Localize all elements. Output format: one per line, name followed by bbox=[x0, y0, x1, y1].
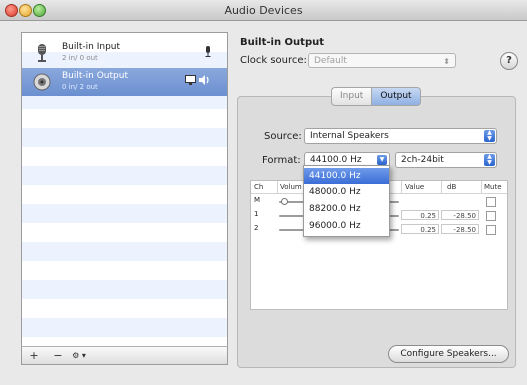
mute-checkbox[interactable] bbox=[486, 211, 496, 221]
title-bar: Audio Devices bbox=[0, 0, 527, 21]
channel-label: M bbox=[254, 196, 261, 204]
volume-value[interactable]: 0.25 bbox=[401, 224, 439, 234]
column-header-ch: Ch bbox=[254, 183, 264, 191]
device-list: Built-in Input 2 in/ 0 out Built-in Outp… bbox=[21, 32, 228, 358]
tab-input[interactable]: Input bbox=[331, 87, 372, 106]
device-title: Built-in Output bbox=[240, 37, 325, 48]
source-label: Source: bbox=[264, 131, 302, 142]
source-select[interactable]: Internal Speakers ▲ ▼ bbox=[304, 128, 497, 144]
add-device-button[interactable]: + bbox=[28, 349, 40, 363]
volume-value[interactable]: 0.25 bbox=[401, 210, 439, 220]
db-value[interactable]: -28.50 bbox=[441, 224, 479, 234]
device-list-toolbar: + − ⚙ ▾ bbox=[21, 346, 228, 365]
bit-depth-select[interactable]: 2ch-24bit ▲ ▼ bbox=[395, 152, 497, 168]
channel-label: 2 bbox=[254, 224, 259, 232]
column-header-value: Value bbox=[405, 183, 425, 191]
device-channels: 2 in/ 0 out bbox=[62, 54, 98, 62]
column-divider bbox=[277, 181, 278, 193]
speaker-icon bbox=[33, 73, 51, 91]
tab-output[interactable]: Output bbox=[371, 87, 421, 106]
format-dropdown-menu: 44100.0 Hz 48000.0 Hz 88200.0 Hz 96000.0… bbox=[303, 165, 390, 237]
column-header-volume: Volum bbox=[280, 183, 302, 191]
select-arrows-icon: ▲ ▼ bbox=[484, 130, 495, 142]
column-header-db: dB bbox=[447, 183, 457, 191]
menu-item-96000[interactable]: 96000.0 Hz bbox=[304, 218, 389, 234]
speaker-volume-icon bbox=[199, 75, 209, 85]
channel-label: 1 bbox=[254, 210, 259, 218]
menu-item-88200[interactable]: 88200.0 Hz bbox=[304, 201, 389, 217]
mute-checkbox[interactable] bbox=[486, 225, 496, 235]
window-title: Audio Devices bbox=[224, 4, 303, 17]
select-arrows-icon: ⬍ bbox=[443, 57, 450, 66]
device-channels: 0 in/ 2 out bbox=[62, 83, 98, 91]
clock-source-label: Clock source: bbox=[240, 55, 307, 66]
chevron-down-icon: ▼ bbox=[377, 155, 387, 165]
input-mic-icon bbox=[205, 46, 211, 57]
action-menu-button[interactable]: ⚙ ▾ bbox=[68, 349, 90, 363]
configure-speakers-button[interactable]: Configure Speakers... bbox=[388, 345, 509, 363]
select-arrows-icon: ▲ ▼ bbox=[484, 154, 495, 166]
menu-item-48000[interactable]: 48000.0 Hz bbox=[304, 184, 389, 200]
clock-source-value: Default bbox=[314, 56, 347, 66]
bit-depth-value: 2ch-24bit bbox=[401, 155, 444, 165]
io-tabs: Input Output bbox=[331, 87, 421, 106]
menu-item-44100[interactable]: 44100.0 Hz bbox=[304, 168, 389, 184]
help-button[interactable]: ? bbox=[500, 52, 518, 70]
column-divider bbox=[481, 181, 482, 193]
db-value[interactable]: -28.50 bbox=[441, 210, 479, 220]
column-divider bbox=[401, 181, 402, 193]
column-header-mute: Mute bbox=[484, 183, 502, 191]
volume-slider-knob[interactable] bbox=[281, 198, 288, 205]
device-name: Built-in Input bbox=[62, 42, 121, 52]
remove-device-button[interactable]: − bbox=[52, 349, 64, 363]
source-value: Internal Speakers bbox=[310, 131, 389, 141]
device-item-built-in-input[interactable]: Built-in Input 2 in/ 0 out bbox=[22, 39, 227, 67]
device-name: Built-in Output bbox=[62, 71, 128, 81]
microphone-icon bbox=[38, 44, 46, 62]
column-divider bbox=[441, 181, 442, 193]
display-icon bbox=[185, 75, 196, 85]
format-value: 44100.0 Hz bbox=[310, 155, 362, 165]
device-item-built-in-output[interactable]: Built-in Output 0 in/ 2 out bbox=[22, 68, 227, 96]
format-label: Format: bbox=[262, 155, 301, 166]
clock-source-select[interactable]: Default ⬍ bbox=[308, 53, 456, 68]
mute-checkbox[interactable] bbox=[486, 197, 496, 207]
